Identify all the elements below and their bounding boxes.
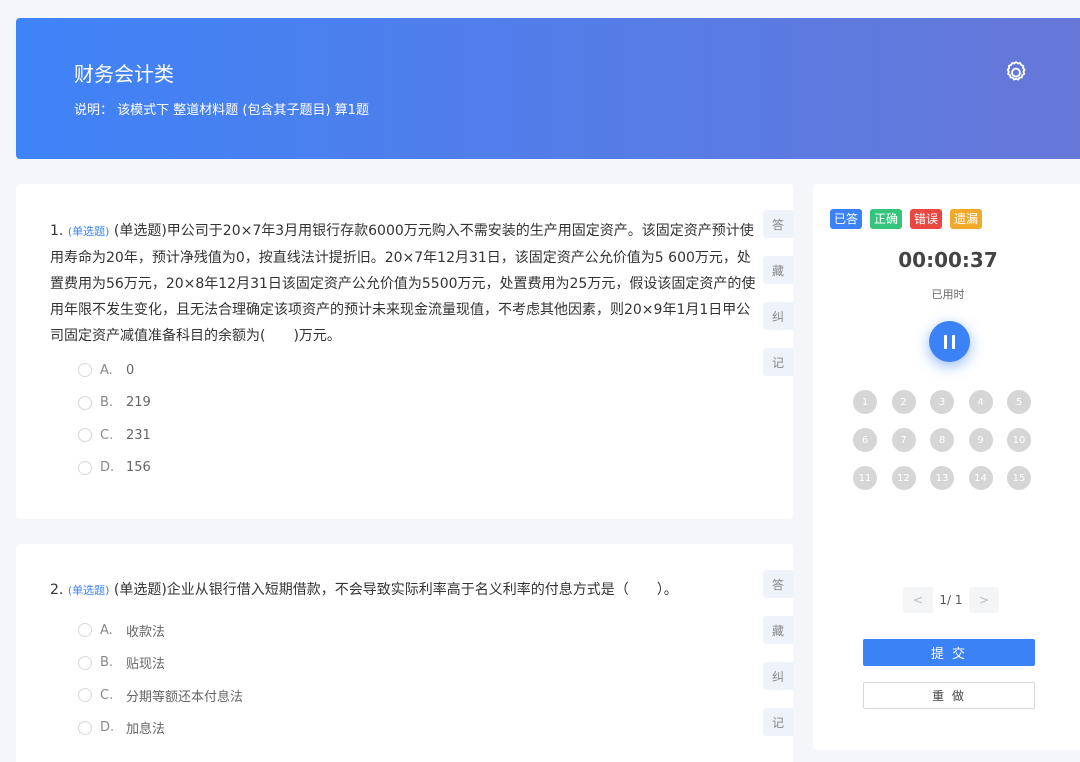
option-c[interactable]: C. 分期等额还本付息法 (78, 679, 243, 712)
option-letter: A. (100, 362, 113, 378)
question-number-button[interactable]: 6 (853, 428, 877, 452)
radio-icon[interactable] (78, 363, 92, 378)
question-actions: 答 藏 纠 记 (763, 210, 793, 394)
prev-page-button[interactable]: < (903, 587, 933, 613)
pause-button[interactable] (929, 321, 970, 362)
pause-icon (944, 334, 947, 349)
answer-button[interactable]: 答 (763, 570, 793, 598)
option-letter: D. (100, 720, 115, 736)
option-letter: C. (100, 427, 114, 443)
radio-icon[interactable] (78, 655, 92, 670)
question-number-button[interactable]: 11 (853, 466, 877, 490)
report-error-button[interactable]: 纠 (763, 662, 793, 690)
question-number-button[interactable]: 8 (930, 428, 954, 452)
question-number-button[interactable]: 3 (930, 390, 954, 414)
legend-wrong: 错误 (910, 209, 943, 229)
question-number: 1. (50, 223, 64, 239)
page-title: 财务会计类 (74, 62, 174, 86)
question-number: 2. (50, 582, 64, 598)
question-number-button[interactable]: 14 (968, 466, 993, 490)
option-letter: A. (100, 622, 113, 638)
answer-sheet-panel: 已答 正确 错误 遗漏 00:00:37 已用时 1 2 3 4 5 6 7 8 9 10 11 12… (813, 184, 1080, 750)
page-info: 1/ 1 (939, 593, 963, 607)
question-text: 1. (单选题) (单选题)甲公司于20×7年3月用银行存款6000万元购入不需… (50, 218, 760, 349)
question-number-button[interactable]: 5 (1007, 390, 1031, 414)
question-number-button[interactable]: 15 (1007, 466, 1031, 490)
question-number-button[interactable]: 13 (930, 466, 954, 490)
option-b[interactable]: B. 贴现法 (78, 647, 243, 680)
question-type-tag: (单选题) (67, 584, 110, 597)
option-text: 收款法 (126, 624, 166, 640)
question-number-button[interactable]: 7 (891, 428, 916, 452)
question-number-grid: 1 2 3 4 5 6 7 8 9 10 11 12 13 14 15 (853, 390, 1031, 490)
radio-icon[interactable] (78, 428, 92, 443)
report-error-button[interactable]: 纠 (763, 302, 793, 330)
favorite-button[interactable]: 藏 (763, 256, 793, 284)
radio-icon[interactable] (78, 623, 92, 638)
question-text: 2. (单选题) (单选题)企业从银行借入短期借款，不会导致实际利率高于名义利率… (50, 577, 760, 604)
option-c[interactable]: C. 231 (78, 419, 151, 452)
option-text: 分期等额还本付息法 (126, 689, 244, 705)
note-button[interactable]: 记 (763, 708, 793, 736)
option-text: 156 (126, 460, 151, 476)
submit-button[interactable]: 提 交 (863, 639, 1035, 666)
radio-icon[interactable] (78, 395, 92, 410)
option-list: A. 0 B. 219 C. 231 D. 156 (78, 354, 151, 484)
option-letter: C. (100, 687, 114, 703)
option-text: 231 (126, 427, 151, 443)
favorite-button[interactable]: 藏 (763, 616, 793, 644)
option-d[interactable]: D. 156 (78, 452, 151, 485)
option-letter: B. (100, 395, 114, 411)
question-number-button[interactable]: 2 (891, 390, 916, 414)
question-stem: (单选题)企业从银行借入短期借款，不会导致实际利率高于名义利率的付息方式是（ ）… (113, 582, 678, 598)
timer-label: 已用时 (931, 288, 965, 301)
header-banner: 财务会计类 说明： 该模式下 整道材料题 (包含其子题目) 算1题 (16, 18, 1080, 159)
question-card-1: 1. (单选题) (单选题)甲公司于20×7年3月用银行存款6000万元购入不需… (16, 184, 793, 519)
option-letter: D. (100, 460, 115, 476)
question-type-tag: (单选题) (67, 225, 110, 238)
option-text: 0 (126, 362, 135, 378)
question-number-button[interactable]: 12 (891, 466, 916, 490)
next-page-button[interactable]: > (969, 587, 999, 613)
question-card-2: 2. (单选题) (单选题)企业从银行借入短期借款，不会导致实际利率高于名义利率… (16, 544, 793, 762)
legend-answered: 已答 (830, 209, 863, 229)
question-number-button[interactable]: 9 (968, 428, 993, 452)
pagination: < 1/ 1 > (903, 587, 999, 613)
question-stem: (单选题)甲公司于20×7年3月用银行存款6000万元购入不需安装的生产用固定资… (50, 223, 756, 344)
option-letter: B. (100, 655, 114, 671)
question-number-button[interactable]: 1 (853, 390, 877, 414)
option-d[interactable]: D. 加息法 (78, 712, 243, 745)
gear-icon[interactable] (1002, 58, 1030, 86)
option-text: 加息法 (126, 722, 166, 738)
mode-description: 说明： 该模式下 整道材料题 (包含其子题目) 算1题 (74, 103, 369, 118)
legend-correct: 正确 (870, 209, 903, 229)
option-text: 贴现法 (126, 657, 166, 673)
elapsed-timer: 00:00:37 (898, 248, 998, 272)
note-button[interactable]: 记 (763, 348, 793, 376)
radio-icon[interactable] (78, 688, 92, 703)
question-number-button[interactable]: 4 (968, 390, 993, 414)
question-number-button[interactable]: 10 (1007, 428, 1031, 452)
option-text: 219 (126, 395, 151, 411)
option-list: A. 收款法 B. 贴现法 C. 分期等额还本付息法 D. 加息法 (78, 614, 243, 744)
radio-icon[interactable] (78, 720, 92, 735)
status-legend: 已答 正确 错误 遗漏 (830, 209, 983, 229)
legend-missed: 遗漏 (950, 209, 983, 229)
pause-icon (952, 334, 955, 349)
question-actions: 答 藏 纠 记 (763, 570, 793, 754)
option-a[interactable]: A. 收款法 (78, 614, 243, 647)
option-a[interactable]: A. 0 (78, 354, 151, 387)
answer-button[interactable]: 答 (763, 210, 793, 238)
option-b[interactable]: B. 219 (78, 387, 151, 420)
redo-button[interactable]: 重 做 (863, 682, 1035, 709)
radio-icon[interactable] (78, 460, 92, 475)
